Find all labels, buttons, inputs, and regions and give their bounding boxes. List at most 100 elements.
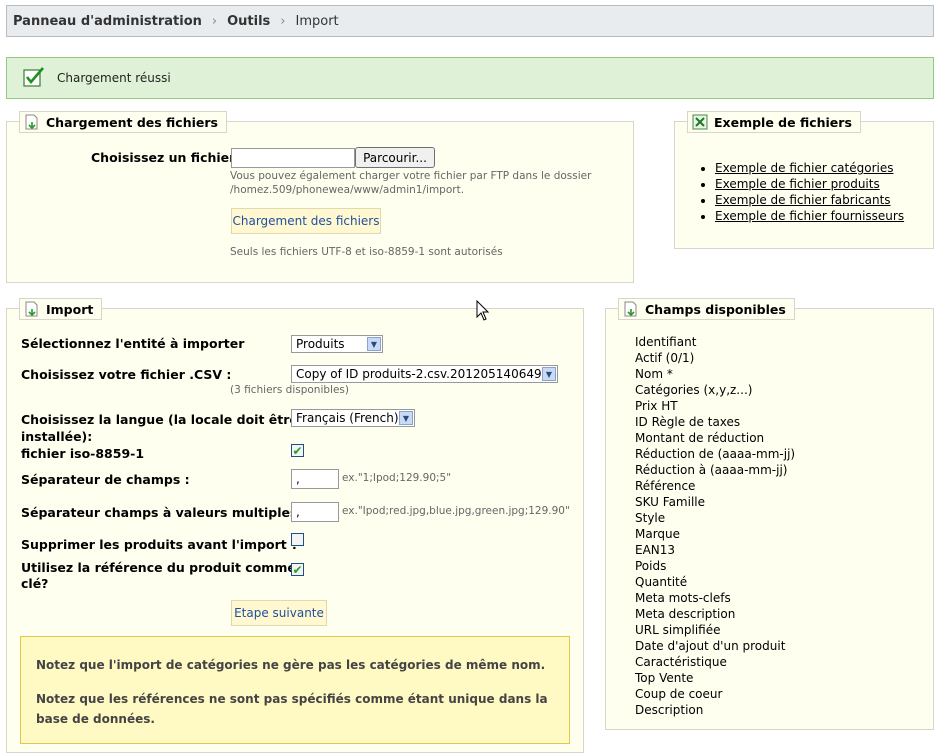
multi-separator-label: Séparateur champs à valeurs multiples bbox=[21, 505, 298, 520]
checkmark-icon bbox=[23, 66, 45, 90]
list-item: EAN13 bbox=[635, 543, 676, 557]
file-upload-icon bbox=[24, 114, 40, 130]
breadcrumb: Panneau d'administration › Outils › Impo… bbox=[6, 5, 934, 37]
csv-label: Choisissez votre fichier .CSV : bbox=[21, 367, 232, 382]
iso-checkbox[interactable]: ✔ bbox=[291, 444, 304, 457]
list-item: Style bbox=[635, 511, 666, 525]
entity-select-value: Produits bbox=[296, 337, 345, 351]
examples-legend-text: Exemple de fichiers bbox=[714, 114, 852, 130]
chevron-right-icon: › bbox=[211, 13, 218, 29]
upload-legend-text: Chargement des fichiers bbox=[46, 114, 218, 130]
examples-list: Exemple de fichier catégories Exemple de… bbox=[715, 160, 904, 224]
language-label: Choisissez la langue (la locale doit êtr… bbox=[21, 411, 298, 445]
choose-file-label: Choisissez un fichier bbox=[91, 150, 236, 165]
upload-legend: Chargement des fichiers bbox=[19, 111, 227, 133]
list-item: Poids bbox=[635, 559, 667, 573]
list-item: Réduction à (aaaa-mm-jj) bbox=[635, 463, 788, 477]
file-import-icon bbox=[24, 301, 40, 317]
example-suppliers-link[interactable]: Exemple de fichier fournisseurs bbox=[715, 209, 904, 223]
csv-select[interactable]: Copy of ID produits-2.csv.20120514064906… bbox=[291, 365, 558, 383]
file-path-input[interactable] bbox=[231, 148, 355, 168]
use-reference-checkbox[interactable]: ✔ bbox=[291, 563, 304, 576]
check-icon: ✔ bbox=[292, 443, 303, 458]
list-item: URL simplifiée bbox=[635, 623, 721, 637]
delete-products-checkbox[interactable] bbox=[291, 533, 304, 546]
list-item: Caractéristique bbox=[635, 655, 727, 669]
chevron-down-icon: ▼ bbox=[367, 337, 381, 351]
breadcrumb-admin-panel[interactable]: Panneau d'administration bbox=[13, 14, 202, 29]
ftp-hint-line-2: /homez.509/phonewea/www/admin1/import. bbox=[230, 184, 465, 196]
breadcrumb-tools[interactable]: Outils bbox=[227, 14, 270, 29]
list-item: ID Règle de taxes bbox=[635, 415, 741, 429]
use-reference-label-line-2: clé? bbox=[21, 576, 49, 591]
example-products-link[interactable]: Exemple de fichier produits bbox=[715, 177, 880, 191]
list-item: Actif (0/1) bbox=[635, 351, 695, 365]
list-item: SKU Famille bbox=[635, 495, 705, 509]
list-item: Prix HT bbox=[635, 399, 678, 413]
chevron-right-icon: › bbox=[280, 13, 286, 29]
breadcrumb-import: Import bbox=[295, 13, 339, 29]
list-item: Nom * bbox=[635, 367, 673, 381]
success-message: Chargement réussi bbox=[57, 71, 171, 85]
list-item: Date d'ajout d'un produit bbox=[635, 639, 786, 653]
iso-label: fichier iso-8859-1 bbox=[21, 446, 145, 461]
fields-list: Identifiant Actif (0/1) Nom * Catégories… bbox=[635, 334, 795, 718]
list-item[interactable]: Exemple de fichier produits bbox=[715, 176, 904, 192]
csv-select-value: Copy of ID produits-2.csv.20120514064906 bbox=[296, 367, 557, 381]
list-item[interactable]: Exemple de fichier fabricants bbox=[715, 192, 904, 208]
available-fields-panel: Champs disponibles Identifiant Actif (0/… bbox=[605, 298, 934, 730]
separator-input[interactable]: , bbox=[291, 469, 339, 489]
list-item: Top Vente bbox=[635, 671, 694, 685]
file-icon bbox=[623, 301, 639, 317]
upload-files-button[interactable]: Chargement des fichiers bbox=[231, 208, 381, 234]
list-item[interactable]: Exemple de fichier catégories bbox=[715, 160, 904, 176]
use-reference-label: Utilisez la référence du produit comme c… bbox=[21, 560, 296, 592]
separator-label: Séparateur de champs : bbox=[21, 472, 190, 487]
multi-separator-input[interactable]: , bbox=[291, 502, 339, 522]
list-item: Meta mots-clefs bbox=[635, 591, 731, 605]
mouse-cursor-icon bbox=[476, 299, 490, 325]
separator-example: ex."1;Ipod;129.90;5" bbox=[342, 472, 452, 484]
example-categories-link[interactable]: Exemple de fichier catégories bbox=[715, 161, 893, 175]
ftp-hint-line-1: Vous pouvez également charger votre fich… bbox=[230, 170, 592, 182]
language-select-value: Français (French) bbox=[296, 411, 399, 425]
list-item: Quantité bbox=[635, 575, 688, 589]
browse-button[interactable]: Parcourir... bbox=[355, 147, 435, 168]
list-item: Réduction de (aaaa-mm-jj) bbox=[635, 447, 796, 461]
import-legend-text: Import bbox=[46, 301, 94, 317]
chevron-down-icon: ▼ bbox=[542, 367, 556, 381]
list-item: Montant de réduction bbox=[635, 431, 765, 445]
spreadsheet-icon bbox=[692, 114, 708, 130]
list-item: Coup de coeur bbox=[635, 687, 723, 701]
example-manufacturers-link[interactable]: Exemple de fichier fabricants bbox=[715, 193, 891, 207]
entity-label: Sélectionnez l'entité à importer bbox=[21, 336, 245, 351]
import-legend: Import bbox=[19, 298, 103, 320]
list-item: Description bbox=[635, 703, 704, 717]
list-item[interactable]: Exemple de fichier fournisseurs bbox=[715, 208, 904, 224]
entity-select[interactable]: Produits ▼ bbox=[291, 335, 383, 353]
multi-separator-example: ex."Ipod;red.jpg,blue.jpg,green.jpg;129.… bbox=[342, 505, 570, 517]
encoding-hint: Seuls les fichiers UTF-8 et iso-8859-1 s… bbox=[230, 246, 503, 258]
check-icon: ✔ bbox=[292, 562, 303, 577]
examples-panel: Exemple de fichiers Exemple de fichier c… bbox=[674, 111, 934, 249]
language-select[interactable]: Français (French) ▼ bbox=[291, 409, 415, 427]
fields-legend-text: Champs disponibles bbox=[645, 301, 786, 317]
language-label-line-1: Choisissez la langue (la locale doit êtr… bbox=[21, 412, 298, 427]
ftp-hint: Vous pouvez également charger votre fich… bbox=[230, 169, 591, 197]
next-step-button[interactable]: Etape suivante bbox=[231, 600, 327, 626]
success-banner: Chargement réussi bbox=[6, 57, 934, 99]
csv-count-hint: (3 fichiers disponibles) bbox=[230, 384, 349, 396]
upload-panel: Chargement des fichiers Choisissez un fi… bbox=[6, 111, 634, 283]
use-reference-label-line-1: Utilisez la référence du produit comme bbox=[21, 560, 296, 575]
import-notes: Notez que l'import de catégories ne gère… bbox=[20, 636, 570, 744]
fields-legend: Champs disponibles bbox=[618, 298, 795, 320]
list-item: Identifiant bbox=[635, 335, 697, 349]
language-label-line-2: installée): bbox=[21, 429, 93, 444]
note-references: Notez que les références ne sont pas spé… bbox=[36, 692, 548, 726]
chevron-down-icon: ▼ bbox=[399, 411, 413, 425]
list-item: Référence bbox=[635, 479, 696, 493]
note-categories: Notez que l'import de catégories ne gère… bbox=[36, 658, 546, 672]
delete-products-label: Supprimer les produits avant l'import ? bbox=[21, 537, 299, 552]
list-item: Catégories (x,y,z...) bbox=[635, 383, 753, 397]
list-item: Meta description bbox=[635, 607, 736, 621]
